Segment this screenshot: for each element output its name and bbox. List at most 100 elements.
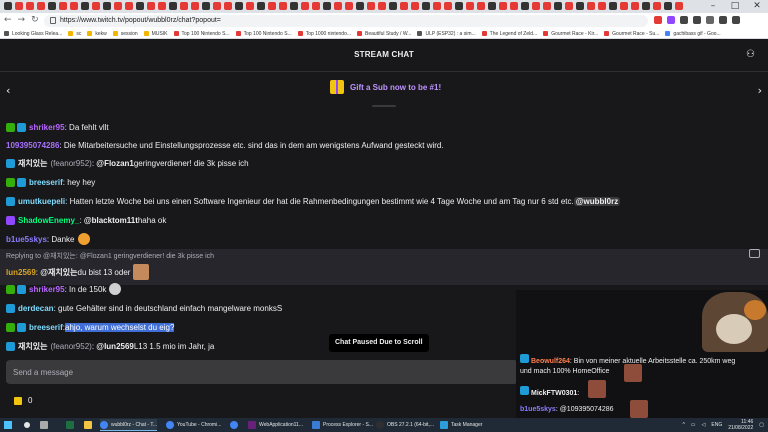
moderator-badge-icon[interactable] (6, 177, 15, 187)
maximize-button[interactable]: □ (724, 0, 746, 13)
tab-favicon[interactable] (653, 2, 661, 10)
bookmark[interactable]: MUSIK (143, 31, 168, 37)
tab-favicon[interactable] (136, 2, 144, 10)
tab-favicon[interactable] (675, 2, 683, 10)
reply-context[interactable]: Replying to @재치있는: @Flozan1 geringverdie… (6, 251, 214, 261)
chrome-icon[interactable] (230, 419, 238, 431)
tab-favicon[interactable] (477, 2, 485, 10)
tab-favicon[interactable] (389, 2, 397, 10)
bookmark[interactable]: session (112, 31, 138, 37)
reply-icon[interactable] (749, 249, 760, 258)
tab-favicon[interactable] (356, 2, 364, 10)
emote-icon[interactable] (109, 283, 122, 295)
channel-points[interactable]: 0 (14, 396, 32, 405)
tab-favicon[interactable] (631, 2, 639, 10)
tab-favicon[interactable] (323, 2, 331, 10)
tab-favicon[interactable] (81, 2, 89, 10)
prime-badge-icon[interactable] (6, 215, 15, 225)
bookmark[interactable]: Top 100 Nintendo S... (235, 31, 292, 37)
promo-text[interactable]: Gift a Sub now to be #1! (350, 83, 441, 92)
emote-icon[interactable] (133, 264, 150, 280)
sub-badge-icon[interactable] (6, 158, 15, 168)
moderator-badge-icon[interactable] (6, 284, 15, 294)
tab-favicon[interactable] (444, 2, 452, 10)
tab-favicon[interactable] (367, 2, 375, 10)
tab-favicon[interactable] (609, 2, 617, 10)
tab-favicon[interactable] (455, 2, 463, 10)
chat-input[interactable] (6, 360, 518, 384)
tab-favicon[interactable] (301, 2, 309, 10)
bookmark[interactable]: Looking Glass Relea... (4, 31, 62, 37)
tab-favicon[interactable] (620, 2, 628, 10)
chat-username[interactable]: breeserif (29, 178, 63, 187)
tab-favicon[interactable] (224, 2, 232, 10)
tab-favicon[interactable] (664, 2, 672, 10)
chat-username[interactable]: derdecan (18, 304, 54, 313)
tab-favicon[interactable] (125, 2, 133, 10)
tab-favicon[interactable] (59, 2, 67, 10)
tab-favicon[interactable] (411, 2, 419, 10)
extension-icon[interactable] (680, 16, 688, 24)
moderator-badge-icon[interactable] (6, 122, 15, 132)
users-icon[interactable]: ⚇ (746, 49, 758, 61)
tab-favicon[interactable] (114, 2, 122, 10)
chat-username[interactable]: 109395074286 (6, 141, 59, 150)
bookmark[interactable]: Gourmet Race - Su... (604, 31, 659, 37)
sub-badge-icon[interactable] (17, 122, 26, 132)
emote-icon[interactable] (77, 233, 90, 245)
tab-favicon[interactable] (257, 2, 265, 10)
tab-favicon[interactable] (147, 2, 155, 10)
tab-favicon[interactable] (565, 2, 573, 10)
clock[interactable]: 11:46 21/08/2022 (728, 419, 753, 431)
bookmark[interactable]: The Legend of Zeld... (481, 31, 537, 37)
bookmark[interactable]: gachibass gif - Goo... (665, 31, 721, 37)
taskbar-item-obs[interactable]: OBS 27.2.1 (64-bit,... (376, 419, 434, 431)
chat-username[interactable]: shriker95 (29, 285, 65, 294)
tray-chevron-icon[interactable]: ^ (682, 422, 684, 428)
tab-favicon[interactable] (334, 2, 342, 10)
tab-favicon[interactable] (268, 2, 276, 10)
sub-badge-icon[interactable] (6, 196, 15, 206)
chevron-right-icon[interactable]: › (758, 84, 762, 97)
url-text[interactable]: https://www.twitch.tv/popout/wubbl0rz/ch… (60, 16, 221, 26)
tab-favicon[interactable] (422, 2, 430, 10)
lock-icon[interactable] (50, 17, 56, 24)
tab-favicon[interactable] (279, 2, 287, 10)
tab-favicon[interactable] (510, 2, 518, 10)
tab-favicon[interactable] (26, 2, 34, 10)
sub-badge-icon[interactable] (17, 177, 26, 187)
chat-mention-pill[interactable]: @wubbl0rz (573, 196, 621, 206)
tab-favicon[interactable] (378, 2, 386, 10)
tab-favicon[interactable] (576, 2, 584, 10)
chat-mention[interactable]: @재치있는 (40, 267, 77, 278)
search-icon[interactable] (24, 419, 30, 431)
tab-favicon[interactable] (70, 2, 78, 10)
extension-icon[interactable] (654, 16, 662, 24)
tab-favicon[interactable] (587, 2, 595, 10)
bookmark[interactable]: kekw (87, 31, 107, 37)
tab-favicon[interactable] (48, 2, 56, 10)
tab-favicon[interactable] (290, 2, 298, 10)
windows-start-icon[interactable] (4, 421, 12, 429)
puzzle-icon[interactable] (693, 16, 701, 24)
taskbar-item-youtube[interactable]: YouTube - Chromi... (166, 419, 221, 431)
tab-favicon[interactable] (642, 2, 650, 10)
language-indicator[interactable]: ENG (711, 422, 722, 428)
bookmark[interactable]: Gourmet Race - Kir... (543, 31, 598, 37)
tab-favicon[interactable] (169, 2, 177, 10)
sub-badge-icon[interactable] (17, 322, 26, 332)
taskbar-item-chrome-twitch[interactable]: wubbl0rz - Chat - T... (100, 419, 158, 431)
reload-icon[interactable]: ↻ (31, 15, 39, 25)
sub-badge-icon[interactable] (17, 284, 26, 294)
bookmark[interactable]: Beautiful Study / W... (357, 31, 411, 37)
tab-favicon[interactable] (598, 2, 606, 10)
omnibox[interactable]: https://www.twitch.tv/popout/wubbl0rz/ch… (44, 15, 648, 27)
chat-username[interactable]: lun2569 (6, 268, 36, 277)
bookmark[interactable]: Top 100 Nintendo S... (173, 31, 230, 37)
taskbar-item-process-explorer[interactable]: Process Explorer - S... (312, 419, 373, 431)
menu-icon[interactable] (732, 16, 740, 24)
tab-favicon[interactable] (92, 2, 100, 10)
tab-favicon[interactable] (213, 2, 221, 10)
taskbar-item-webapp[interactable]: WebApplication11... (248, 419, 303, 431)
taskview-icon[interactable] (40, 419, 48, 431)
